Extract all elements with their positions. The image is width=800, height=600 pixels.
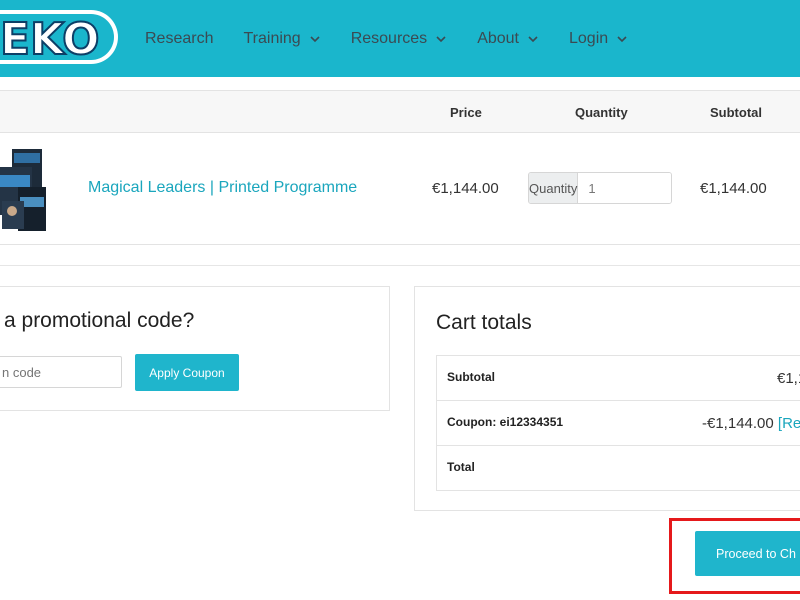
totals-row-total: Total — [437, 446, 800, 491]
quantity-stepper: Quantity — [528, 172, 672, 204]
subtotal-label: Subtotal — [447, 370, 495, 384]
quantity-input[interactable] — [578, 173, 671, 203]
coupon-label: Coupon: ei12334351 — [447, 415, 564, 429]
cart-totals-title: Cart totals — [436, 311, 532, 334]
cart-totals-panel: Cart totals Subtotal €1,1 Coupon: ei1233… — [414, 286, 800, 511]
chevron-down-icon — [617, 35, 627, 42]
nav-item-label: Resources — [350, 29, 428, 47]
totals-row-coupon: Coupon: ei12334351 -€1,144.00 [Re — [437, 401, 800, 446]
proceed-to-checkout-button[interactable]: Proceed to Ch — [695, 531, 800, 576]
site-header: EKO Research Training Resources About Lo… — [0, 0, 800, 77]
remove-coupon-link[interactable]: [Re — [778, 415, 800, 432]
nav-item-label: Training — [243, 29, 301, 47]
coupon-code-input[interactable] — [0, 356, 122, 388]
total-label: Total — [447, 460, 475, 474]
quantity-label: Quantity — [529, 173, 579, 203]
coupon-title: a promotional code? — [4, 309, 195, 332]
coupon-panel: a promotional code? Apply Coupon — [0, 286, 390, 411]
chevron-down-icon — [436, 35, 446, 42]
nav-item-label: About — [477, 29, 519, 47]
totals-row-subtotal: Subtotal €1,1 — [437, 356, 800, 401]
column-header-price: Price — [450, 105, 482, 120]
cart-table-header: t Price Quantity Subtotal — [0, 91, 800, 133]
subtotal-value: €1,1 — [777, 370, 800, 387]
divider — [0, 265, 800, 266]
apply-coupon-button[interactable]: Apply Coupon — [135, 354, 239, 391]
main-nav: Research Training Resources About Login — [145, 0, 658, 77]
site-logo[interactable]: EKO — [0, 6, 120, 68]
chevron-down-icon — [528, 35, 538, 42]
nav-item-label: Login — [569, 29, 609, 47]
product-price: €1,144.00 — [432, 180, 499, 197]
chevron-down-icon — [310, 35, 320, 42]
coupon-discount-value: -€1,144.00 — [702, 415, 774, 432]
product-thumbnail[interactable] — [0, 145, 50, 233]
nav-item-research[interactable]: Research — [145, 30, 213, 48]
nav-item-about[interactable]: About — [477, 30, 539, 48]
cart-totals-table: Subtotal €1,1 Coupon: ei12334351 -€1,144… — [436, 355, 800, 491]
product-subtotal: €1,144.00 — [700, 180, 767, 197]
cart-table: t Price Quantity Subtotal — [0, 90, 800, 245]
logo-text: EKO — [0, 14, 100, 65]
nav-item-login[interactable]: Login — [569, 30, 628, 48]
product-name-link[interactable]: Magical Leaders | Printed Programme — [88, 179, 357, 197]
nav-item-training[interactable]: Training — [243, 30, 320, 48]
nav-item-resources[interactable]: Resources — [351, 30, 447, 48]
column-header-subtotal: Subtotal — [710, 105, 762, 120]
column-header-quantity: Quantity — [575, 105, 628, 120]
coupon-discount: -€1,144.00 [Re — [702, 415, 800, 432]
nav-item-label: Research — [145, 29, 214, 47]
